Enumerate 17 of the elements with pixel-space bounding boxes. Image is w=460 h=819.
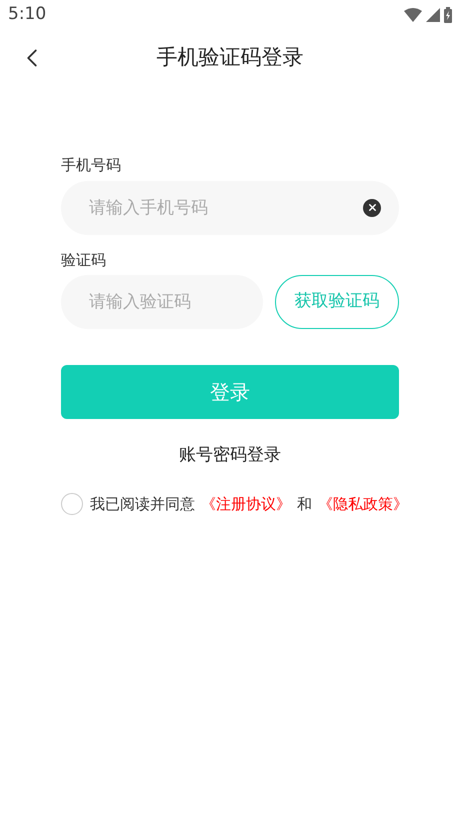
- agreement-joiner: 和: [297, 494, 312, 514]
- code-field[interactable]: 请输入验证码: [61, 275, 263, 329]
- privacy-link[interactable]: 《隐私政策》: [318, 492, 408, 515]
- close-icon: [366, 202, 378, 213]
- status-time: 5:10: [8, 3, 46, 26]
- page-title: 手机验证码登录: [156, 44, 304, 72]
- battery-icon: [444, 7, 452, 23]
- signal-icon: [426, 8, 440, 22]
- field-label: 手机号码: [61, 155, 122, 176]
- phone-field[interactable]: 请输入手机号码: [61, 180, 399, 234]
- agreement-text: 我已阅读并同意: [90, 494, 195, 514]
- field-label: 验证码: [61, 250, 107, 270]
- password-login-link[interactable]: 账号密码登录: [179, 443, 281, 468]
- get-code-button[interactable]: 获取验证码: [275, 275, 399, 329]
- wifi-icon: [404, 8, 422, 22]
- terms-link[interactable]: 《注册协议》: [201, 492, 291, 515]
- agree-checkbox[interactable]: [61, 492, 83, 515]
